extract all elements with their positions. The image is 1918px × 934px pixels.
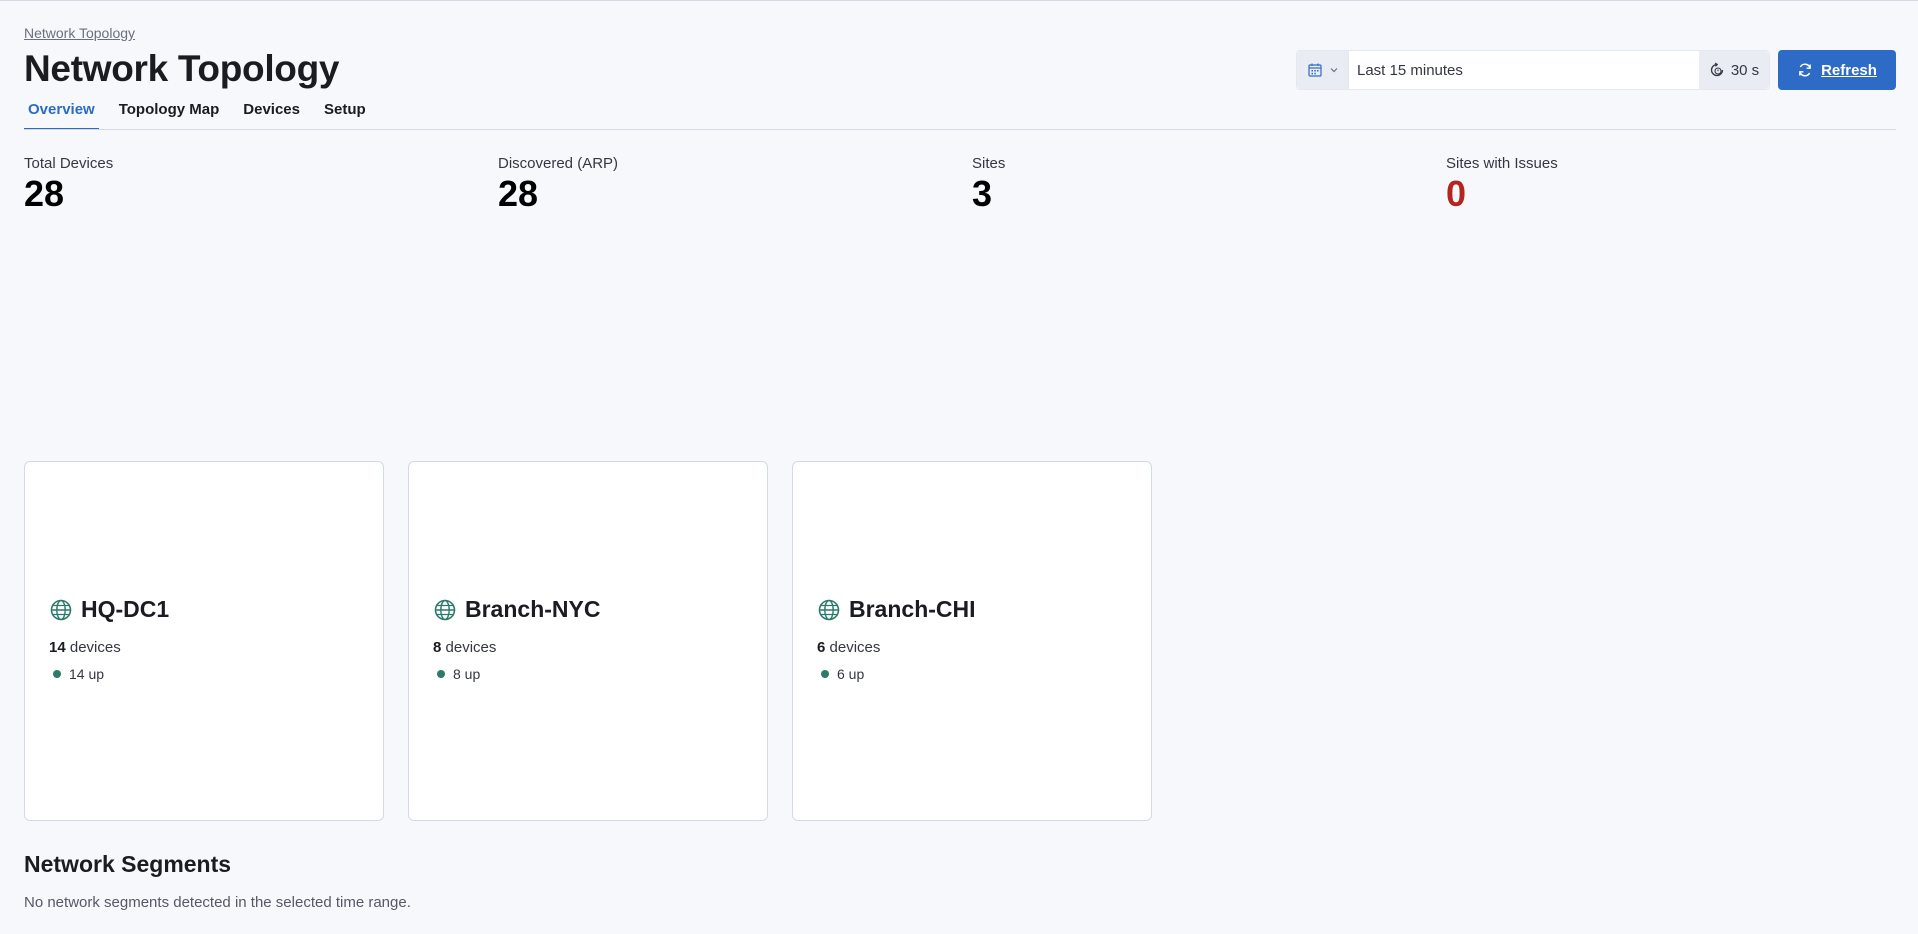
status-dot-icon [437, 670, 445, 678]
globe-icon [434, 599, 456, 620]
stat-value: 28 [24, 173, 65, 214]
refresh-interval-label: 30 s [1730, 61, 1760, 79]
stat-value: 28 [498, 173, 539, 214]
device-count-suffix: devices [829, 639, 881, 656]
network-segments-empty-message: No network segments detected in the sele… [24, 894, 411, 911]
tab-topology-map[interactable]: Topology Map [115, 98, 224, 130]
breadcrumb[interactable]: Network Topology [24, 25, 135, 41]
refresh-interval-button[interactable]: 30 s [1699, 51, 1769, 89]
device-count-suffix: devices [445, 639, 497, 656]
auto-refresh-icon [1710, 62, 1723, 77]
site-header: HQ-DC1 [49, 596, 169, 623]
site-card-hq-dc1[interactable]: HQ-DC1 14 devices 14 up [24, 461, 384, 821]
stat-sites: Sites 3 [972, 155, 1005, 214]
stat-label: Total Devices [24, 155, 114, 172]
site-device-count: 6 devices [817, 639, 880, 656]
site-name: Branch-CHI [849, 596, 976, 622]
time-range-display[interactable]: Last 15 minutes [1349, 62, 1699, 79]
tab-devices[interactable]: Devices [239, 98, 304, 130]
calendar-icon [1307, 63, 1322, 77]
site-status-up: 14 up [53, 666, 104, 682]
tab-setup[interactable]: Setup [320, 98, 370, 130]
status-dot-icon [53, 670, 61, 678]
status-up-label: 8 up [453, 666, 481, 682]
stat-discovered-arp: Discovered (ARP) 28 [498, 155, 618, 214]
stat-value: 0 [1446, 173, 1467, 214]
device-count-number: 14 [49, 639, 66, 656]
device-count-number: 6 [817, 639, 826, 656]
site-device-count: 8 devices [433, 639, 496, 656]
site-name: Branch-NYC [465, 596, 601, 622]
network-segments-title: Network Segments [24, 851, 232, 877]
site-device-count: 14 devices [49, 639, 121, 656]
device-count-suffix: devices [69, 639, 121, 656]
site-card-branch-chi[interactable]: Branch-CHI 6 devices 6 up [792, 461, 1152, 821]
globe-icon [818, 599, 840, 620]
tab-bar: Overview Topology Map Devices Setup [24, 98, 386, 130]
stat-total-devices: Total Devices 28 [24, 155, 113, 214]
site-header: Branch-NYC [433, 596, 600, 623]
quick-select-button[interactable] [1297, 51, 1349, 89]
stat-label: Sites with Issues [1446, 155, 1558, 172]
status-dot-icon [821, 670, 829, 678]
page-title: Network Topology [24, 48, 340, 89]
stat-label: Sites [972, 155, 1006, 172]
status-up-label: 14 up [69, 666, 105, 682]
status-up-label: 6 up [837, 666, 865, 682]
globe-icon [50, 599, 72, 620]
site-name: HQ-DC1 [81, 596, 170, 622]
stat-sites-with-issues: Sites with Issues 0 [1446, 155, 1558, 214]
top-divider [0, 0, 1918, 1]
tabs-divider [24, 129, 1896, 130]
refresh-icon [1799, 63, 1811, 77]
chevron-down-icon [1330, 68, 1337, 73]
site-card-branch-nyc[interactable]: Branch-NYC 8 devices 8 up [408, 461, 768, 821]
device-count-number: 8 [433, 639, 442, 656]
time-picker: Last 15 minutes 30 s [1296, 50, 1770, 90]
stat-label: Discovered (ARP) [498, 155, 619, 172]
site-header: Branch-CHI [817, 596, 976, 623]
tab-overview[interactable]: Overview [24, 98, 99, 130]
site-status-up: 6 up [821, 666, 864, 682]
refresh-button-label: Refresh [1821, 61, 1877, 79]
site-status-up: 8 up [437, 666, 480, 682]
refresh-button[interactable]: Refresh [1778, 50, 1896, 90]
stat-value: 3 [972, 173, 993, 214]
